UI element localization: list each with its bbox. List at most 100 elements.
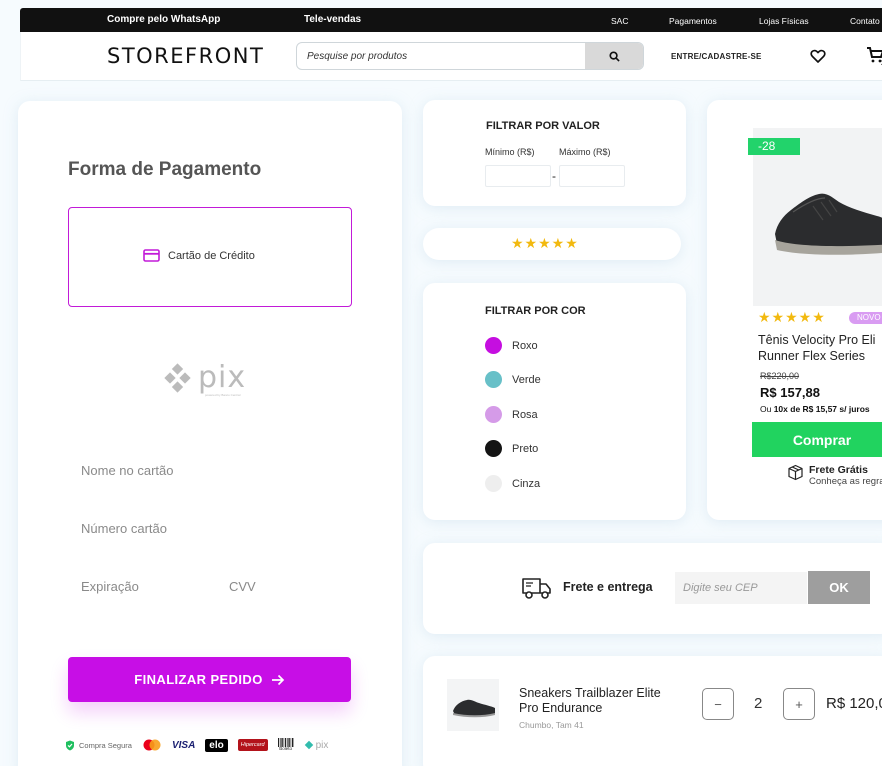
color-filter-panel: FILTRAR POR COR Roxo Verde Rosa Preto Ci…	[423, 283, 686, 520]
pix-label: pix	[198, 360, 247, 395]
discount-badge: -28	[748, 138, 800, 155]
shoe-thumbnail	[453, 699, 495, 718]
cart-icon[interactable]: 2	[866, 45, 882, 65]
buy-button[interactable]: Comprar	[752, 422, 882, 457]
color-dot	[485, 475, 502, 492]
card-number-field[interactable]: Número cartão	[81, 521, 167, 536]
rating-stars: ★★★★★	[511, 235, 579, 251]
qty-value: 2	[754, 695, 763, 712]
box-icon	[788, 464, 803, 481]
mastercard-logo	[143, 739, 161, 751]
elo-logo: elo	[205, 738, 228, 752]
installments-prefix: Ou	[760, 404, 774, 414]
color-label: Rosa	[512, 408, 538, 421]
card-name-field[interactable]: Nome no cartão	[81, 463, 174, 478]
cep-input[interactable]	[675, 572, 807, 604]
whatsapp-link[interactable]: Compre pelo WhatsApp	[107, 14, 220, 25]
qty-plus-button[interactable]: +	[783, 688, 815, 720]
cep-ok-button[interactable]: OK	[808, 571, 870, 604]
finalize-order-button[interactable]: FINALIZAR PEDIDO	[68, 657, 351, 702]
product-card: -28 ★★★★★ NOVO Tênis Velocity Pro Eli Ru…	[707, 100, 882, 520]
boleto-logo: Boleto	[277, 738, 294, 752]
credit-card-icon	[143, 249, 160, 262]
pix-small-logo: pix	[304, 739, 329, 751]
search-input[interactable]	[297, 43, 587, 69]
store-logo[interactable]: STOREFRONT	[107, 44, 264, 68]
value-filter-panel: FILTRAR POR VALOR Mínimo (R$) Máximo (R$…	[423, 100, 686, 206]
payment-logos: Compra Segura VISA elo Hipercard Boleto …	[65, 737, 328, 753]
header: STOREFRONT ENTRE/CADASTRE-SE 2	[20, 32, 882, 81]
value-filter-title: FILTRAR POR VALOR	[486, 120, 600, 132]
color-filter-title: FILTRAR POR COR	[485, 305, 586, 317]
pix-small-icon	[304, 740, 313, 750]
shield-check-icon	[66, 740, 74, 750]
lojas-fisicas-link[interactable]: Lojas Físicas	[759, 16, 809, 26]
card-cvv-field[interactable]: CVV	[229, 579, 256, 594]
min-value-input[interactable]	[485, 165, 551, 187]
cart-item-name[interactable]: Sneakers Trailblazer Elite Pro Endurance	[519, 686, 661, 716]
color-option-preto[interactable]: Preto	[485, 440, 538, 457]
sac-link[interactable]: SAC	[611, 16, 628, 26]
free-shipping-label: Frete Grátis	[809, 464, 868, 476]
credit-card-option[interactable]: Cartão de Crédito	[68, 207, 352, 307]
televendas-link[interactable]: Tele-vendas	[304, 14, 361, 25]
color-option-verde[interactable]: Verde	[485, 371, 541, 388]
search-bar	[296, 42, 644, 70]
secure-label: Compra Segura	[79, 740, 132, 750]
search-button[interactable]	[585, 43, 643, 69]
search-icon	[608, 50, 620, 62]
rating-filter[interactable]: ★★★★★	[423, 228, 681, 260]
product-stars: ★★★★★	[758, 309, 826, 325]
cart-item-name-line2: Pro Endurance	[519, 701, 603, 715]
pix-sub: powered by Banco Central	[205, 393, 241, 397]
product-price: R$ 157,88	[760, 385, 820, 400]
color-dot	[485, 440, 502, 457]
payment-title: Forma de Pagamento	[68, 159, 262, 180]
installments: Ou 10x de R$ 15,57 s/ juros	[760, 404, 870, 414]
new-badge: NOVO	[849, 312, 882, 324]
max-label: Máximo (R$)	[559, 147, 611, 157]
color-option-rosa[interactable]: Rosa	[485, 406, 538, 423]
cart-item: Sneakers Trailblazer Elite Pro Endurance…	[423, 656, 882, 766]
color-option-cinza[interactable]: Cinza	[485, 475, 540, 492]
old-price: R$220,00	[760, 371, 800, 381]
color-label: Roxo	[512, 339, 538, 352]
credit-card-label: Cartão de Crédito	[168, 249, 255, 262]
truck-icon	[522, 578, 551, 599]
installments-value: 10x de R$ 15,57 s/ juros	[773, 404, 870, 414]
shipping-label: Frete e entrega	[563, 580, 653, 594]
pix-small-label: pix	[315, 739, 329, 751]
range-separator: -	[552, 169, 556, 183]
visa-logo: VISA	[171, 739, 196, 751]
color-option-roxo[interactable]: Roxo	[485, 337, 538, 354]
hipercard-logo: Hipercard	[237, 739, 268, 751]
contato-link[interactable]: Contato	[850, 16, 880, 26]
free-shipping-sub: Conheça as regras	[809, 476, 882, 487]
payment-panel: Forma de Pagamento Cartão de Crédito pix…	[18, 101, 402, 766]
cart-item-price: R$ 120,00	[826, 695, 882, 712]
max-value-input[interactable]	[559, 165, 625, 187]
color-label: Preto	[512, 442, 539, 455]
pix-icon	[164, 363, 191, 393]
pix-option[interactable]: pix	[164, 363, 246, 393]
login-link[interactable]: ENTRE/CADASTRE-SE	[671, 52, 762, 61]
arrow-right-icon	[271, 674, 284, 685]
color-dot	[485, 406, 502, 423]
cart-item-name-line1: Sneakers Trailblazer Elite	[519, 686, 661, 700]
boleto-label: Boleto	[279, 746, 292, 752]
heart-icon[interactable]	[809, 47, 827, 65]
finalize-label: FINALIZAR PEDIDO	[134, 672, 263, 687]
product-name[interactable]: Tênis Velocity Pro Eli Runner Flex Serie…	[758, 332, 875, 364]
qty-minus-button[interactable]: −	[702, 688, 734, 720]
color-label: Cinza	[512, 477, 541, 490]
pagamentos-link[interactable]: Pagamentos	[669, 16, 717, 26]
min-label: Mínimo (R$)	[485, 147, 535, 157]
top-bar: Compre pelo WhatsApp Tele-vendas SAC Pag…	[20, 8, 882, 32]
product-name-line1: Tênis Velocity Pro Eli	[758, 333, 876, 347]
free-shipping[interactable]: Frete Grátis Conheça as regras	[787, 464, 882, 487]
cart-item-desc: Chumbo, Tam 41	[519, 720, 584, 730]
card-expiry-field[interactable]: Expiração	[81, 579, 139, 594]
product-name-line2: Runner Flex Series	[758, 349, 865, 363]
cart-item-image[interactable]	[447, 679, 499, 731]
color-dot	[485, 371, 502, 388]
